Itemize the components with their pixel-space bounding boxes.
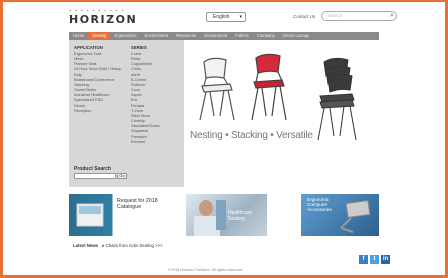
latest-news: Latest News ▸ Chairs from Activ Seating … [73, 243, 163, 249]
hero-tagline: Nesting • Stacking • Versatile [190, 130, 313, 141]
language-value: English [213, 14, 230, 20]
stacked-chairs-image [317, 57, 357, 141]
series-item[interactable]: Element [131, 139, 160, 144]
catalogue-promo-text: Request for 2018 Catalogue [117, 198, 158, 211]
hero-banner[interactable]: Nesting • Stacking • Versatile [184, 40, 401, 187]
main-nav: Home Seating Ergonomics Environment Reso… [69, 32, 379, 40]
page-frame: • • • • • • • • • • • HORIZON English ▾ … [0, 0, 448, 278]
series-heading: SERIES [131, 45, 147, 50]
application-heading: APPLICATION [74, 45, 103, 50]
social-links: f t in [359, 255, 390, 264]
tab-government[interactable]: Government [200, 32, 231, 40]
facebook-icon[interactable]: f [359, 255, 368, 264]
logo[interactable]: • • • • • • • • • • • HORIZON [69, 8, 136, 26]
product-search-input[interactable] [74, 173, 116, 179]
chevron-down-icon: ▾ [239, 14, 242, 20]
hero-chairs-image [199, 53, 357, 141]
healthcare-promo[interactable]: Healthcare Seating [186, 194, 267, 236]
product-search-label: Product Search [74, 166, 111, 172]
tab-home[interactable]: Home [69, 32, 88, 40]
red-chair-image [251, 53, 287, 121]
logo-text: HORIZON [69, 13, 138, 26]
series-list: Crave Rhea CuppaMesh Claris Achit E-Comm… [131, 51, 160, 144]
application-list: Ergonomic Task Mesh Planner Seat 24 Hour… [74, 51, 122, 113]
healthcare-promo-text: Healthcare Seating [228, 210, 253, 222]
footer-copyright: ©2018 Horizon Furniture. All rights rese… [168, 268, 243, 272]
catalogue-promo[interactable]: Request for 2018 Catalogue [69, 194, 184, 236]
application-item[interactable]: 24 Hour Stool Shift / Heavy Duty [74, 66, 122, 76]
latest-news-label: Latest News [73, 243, 99, 248]
tab-fabrics[interactable]: Fabrics [231, 32, 253, 40]
application-item[interactable]: Reception [74, 108, 122, 113]
ergonomic-promo-text: Ergonomic Computer Accessories [307, 197, 332, 213]
contact-link[interactable]: Contact Us [293, 14, 315, 19]
tab-ergonomics[interactable]: Ergonomics [110, 32, 140, 40]
tab-company[interactable]: Company [253, 32, 279, 40]
tab-resources[interactable]: Resources [172, 32, 200, 40]
white-chair-image [199, 57, 235, 121]
product-search-go-button[interactable]: Go [117, 173, 127, 179]
search-icon[interactable]: ⌕ [386, 11, 398, 21]
twitter-icon[interactable]: t [370, 255, 379, 264]
tab-environment[interactable]: Environment [140, 32, 172, 40]
seating-menu: APPLICATION Ergonomic Task Mesh Planner … [69, 40, 184, 187]
tab-green-lounge[interactable]: Green Lounge [279, 32, 314, 40]
catalogue-book-icon [76, 203, 104, 227]
tab-seating[interactable]: Seating [88, 32, 111, 40]
latest-news-link[interactable]: ▸ Chairs from Activ Seating >>> [102, 243, 162, 248]
ergonomic-accessories-promo[interactable]: Ergonomic Computer Accessories [301, 194, 379, 236]
language-select[interactable]: English ▾ [206, 12, 246, 22]
linkedin-icon[interactable]: in [381, 255, 390, 264]
